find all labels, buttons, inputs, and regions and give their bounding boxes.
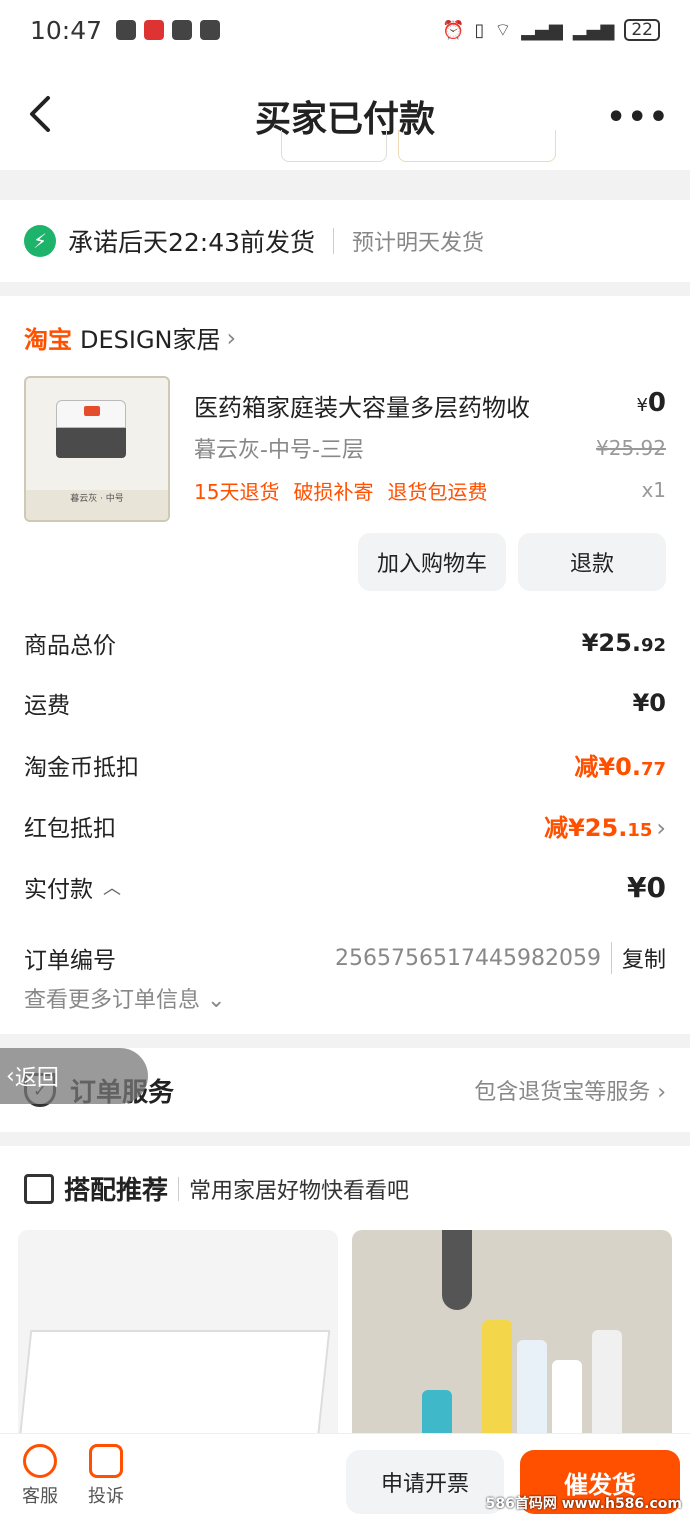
box-body [56, 428, 126, 458]
row-label: 实付款 [24, 877, 93, 903]
order-card: 淘宝 DESIGN家居 › 暮云灰 · 中号 医药箱家庭装大容量多层药物收 ¥0… [0, 296, 690, 1034]
tray-shape [18, 1330, 331, 1450]
copy-button[interactable]: 复制 [610, 942, 666, 974]
invoice-button[interactable]: 申请开票 [346, 1450, 504, 1514]
row-label: 淘金币抵扣 [24, 754, 139, 781]
product-image[interactable]: 暮云灰 · 中号 [24, 376, 170, 522]
shipping-fee-value: ¥0 [632, 689, 666, 717]
bottle-shape [482, 1320, 512, 1450]
service-tags: 15天退货 破损补寄 退货包运费 [194, 476, 487, 505]
recommend-subtitle: 常用家居好物快看看吧 [189, 1178, 410, 1204]
clock: 10:47 [30, 15, 103, 45]
tag: 破损补寄 [293, 480, 374, 504]
recommend-header: 搭配推荐 常用家居好物快看看吧 [24, 1170, 409, 1207]
status-bar: 10:47 ⏰ ▯ ⌔ ▂▄▆ ▂▄▆ 22 [0, 0, 690, 60]
complain-button[interactable]: 投诉 [76, 1444, 136, 1508]
tag: 15天退货 [194, 480, 280, 504]
image-caption: 暮云灰 · 中号 [26, 490, 168, 520]
add-to-cart-button[interactable]: 加入购物车 [358, 533, 506, 591]
tag: 退货包运费 [387, 480, 488, 504]
peek-button [398, 130, 556, 162]
recommend-title: 搭配推荐 [64, 1176, 169, 1206]
peek-button [281, 130, 387, 162]
signal-icon: ▂▄▆ [572, 19, 615, 41]
signal-icon: ▂▄▆ [521, 19, 563, 41]
back-pill-button[interactable]: ‹ 返回 [0, 1048, 148, 1104]
paid-value: ¥0 [627, 870, 666, 904]
thumbs-up-icon [24, 1173, 54, 1204]
row-label: 运费 [24, 693, 70, 719]
redpack-deduct-value: 减¥25.15 › [544, 814, 666, 842]
back-label: 返回 [14, 1066, 59, 1091]
bottom-action-bar: 客服 投诉 申请开票 催发货 586首码网 www.h586.com [0, 1433, 690, 1519]
row-label: 红包抵扣 [24, 815, 116, 842]
vibrate-icon: ▯ [474, 19, 485, 41]
divider [178, 1176, 180, 1201]
message-alert-icon [89, 1444, 123, 1478]
smile-icon [23, 1444, 57, 1478]
row-label: 商品总价 [24, 633, 116, 659]
pipe-shape [442, 1230, 472, 1310]
coin-deduct-value: 减¥0.77 [574, 753, 666, 781]
original-price: ¥25.92 [596, 436, 666, 460]
watermark: 586首码网 www.h586.com [485, 1496, 682, 1512]
refund-button[interactable]: 退款 [518, 533, 666, 591]
wechat-icon [116, 20, 137, 40]
bottle-shape [592, 1330, 622, 1450]
more-icon[interactable]: ••• [606, 100, 670, 135]
chevron-left-icon: ‹ [6, 1063, 15, 1089]
goods-total-value: ¥25.92 [581, 629, 666, 657]
order-number-row: 订单编号 2565756517445982059 复制 [24, 941, 666, 975]
bottom-label: 投诉 [88, 1486, 124, 1507]
more-order-info-link[interactable]: 查看更多订单信息 ⌄ [24, 982, 225, 1014]
battery-icon: 22 [624, 19, 660, 41]
goods-total-row: 商品总价 ¥25.92 [24, 626, 666, 660]
recommend-item-image[interactable] [18, 1230, 338, 1460]
bottom-label: 客服 [22, 1486, 58, 1507]
app-icon [144, 20, 165, 40]
order-number: 2565756517445982059 [335, 945, 601, 971]
box-latch [84, 406, 100, 416]
shop-name: DESIGN家居 [80, 326, 221, 354]
wifi-icon: ⌔ [494, 19, 512, 41]
taobao-logo: 淘宝 [24, 326, 72, 354]
paid-row[interactable]: 实付款 ︿ ¥0 [24, 870, 666, 904]
service-detail: 包含退货宝等服务 › [474, 1080, 666, 1105]
ship-estimate: 预计明天发货 [352, 231, 485, 256]
quantity: x1 [641, 478, 666, 502]
recommend-item-image[interactable] [352, 1230, 672, 1460]
qq-icon [200, 20, 221, 40]
shipping-fee-row: 运费 ¥0 [24, 686, 666, 720]
coin-deduct-row: 淘金币抵扣 减¥0.77 [24, 747, 666, 782]
notification-icons [116, 20, 221, 40]
redpack-deduct-row[interactable]: 红包抵扣 减¥25.15 › [24, 808, 666, 843]
product-name[interactable]: 医药箱家庭装大容量多层药物收 [194, 388, 530, 423]
shipping-card: ⚡ 承诺后天22:43前发货 预计明天发货 [0, 200, 690, 282]
alarm-icon: ⏰ [442, 19, 465, 41]
row-label: 订单编号 [24, 948, 116, 974]
shop-link[interactable]: 淘宝 DESIGN家居 › [24, 320, 236, 355]
divider [333, 228, 335, 254]
customer-service-button[interactable]: 客服 [10, 1444, 70, 1508]
product-price: ¥0 [636, 388, 666, 418]
ship-promise: 承诺后天22:43前发货 [68, 228, 316, 257]
chevron-right-icon: › [226, 323, 237, 352]
chevron-down-icon: ⌄ [207, 988, 226, 1013]
chevron-right-icon: › [656, 814, 666, 842]
chat-icon [172, 20, 193, 40]
lightning-icon: ⚡ [24, 225, 56, 257]
product-sku: 暮云灰-中号-三层 [194, 438, 364, 463]
system-icons: ⏰ ▯ ⌔ ▂▄▆ ▂▄▆ 22 [442, 19, 660, 42]
chevron-up-icon: ︿ [103, 878, 121, 899]
